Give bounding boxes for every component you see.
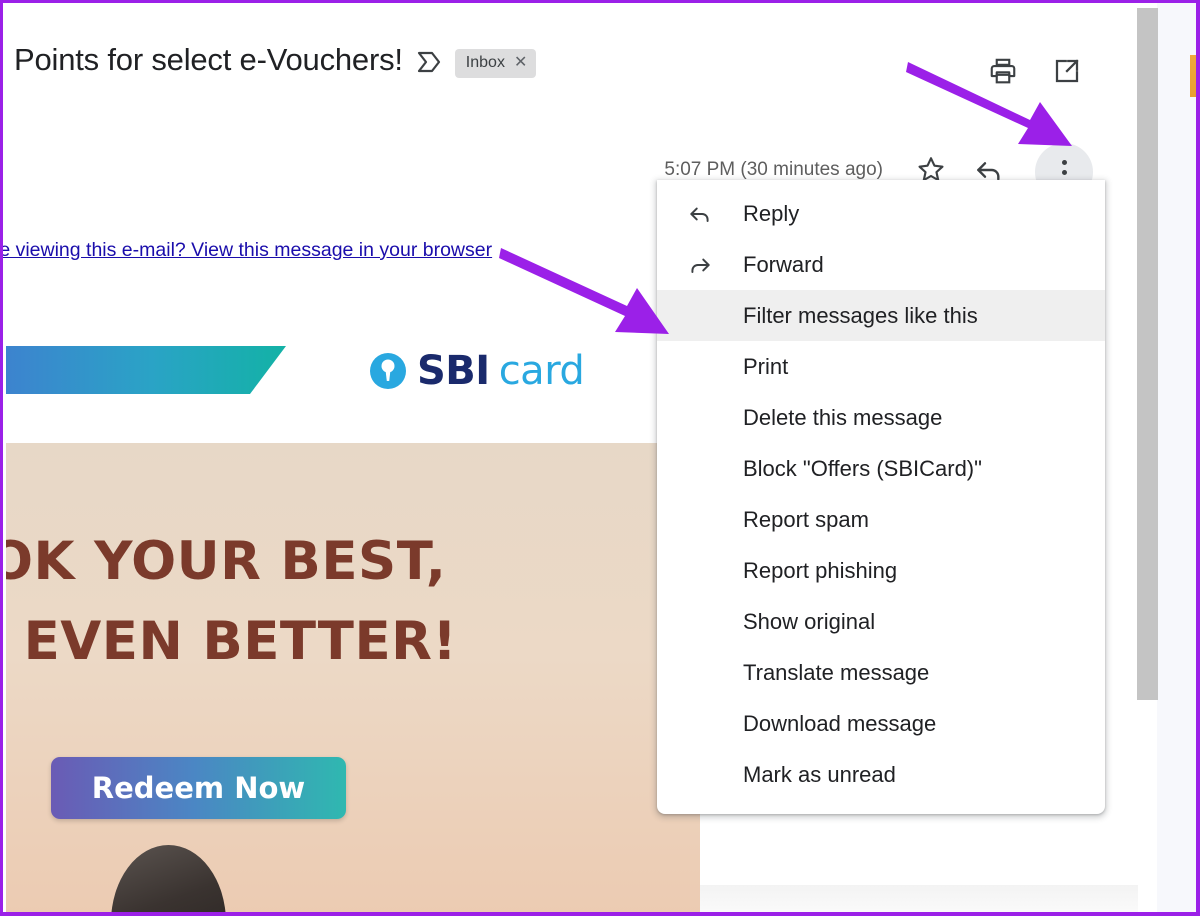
- menu-item-delete-this-message[interactable]: Delete this message: [657, 392, 1105, 443]
- promo-headline-line1: OK YOUR BEST,: [6, 531, 447, 592]
- print-icon[interactable]: [985, 53, 1021, 89]
- page-title: Points for select e-Vouchers!: [14, 42, 403, 77]
- scrollbar-thumb[interactable]: [1137, 8, 1158, 700]
- menu-item-label: Mark as unread: [743, 761, 896, 787]
- menu-item-block-offers-sbicard[interactable]: Block "Offers (SBICard)": [657, 443, 1105, 494]
- menu-item-translate-message[interactable]: Translate message: [657, 647, 1105, 698]
- open-in-new-window-icon[interactable]: [1049, 53, 1085, 89]
- brand-name-light: card: [498, 348, 585, 394]
- screenshot-root: Points for select e-Vouchers! Inbox ✕ 5:…: [0, 0, 1200, 916]
- more-options-menu: Reply Forward Filter messages like this Pri…: [657, 180, 1105, 814]
- menu-item-filter-messages-like-this[interactable]: Filter messages like this: [657, 290, 1105, 341]
- menu-item-label: Download message: [743, 710, 937, 736]
- menu-item-report-phishing[interactable]: Report phishing: [657, 545, 1105, 596]
- promo-model-photo: [111, 845, 226, 915]
- menu-item-label: Show original: [743, 608, 876, 634]
- menu-item-print[interactable]: Print: [657, 341, 1105, 392]
- menu-item-label: Print: [743, 353, 789, 379]
- pane-bottom-shade: [700, 885, 1138, 915]
- more-dot: [1061, 159, 1067, 165]
- menu-item-download-message[interactable]: Download message: [657, 698, 1105, 749]
- menu-item-label: Report phishing: [743, 557, 898, 583]
- menu-item-report-spam[interactable]: Report spam: [657, 494, 1105, 545]
- menu-item-show-original[interactable]: Show original: [657, 596, 1105, 647]
- brand-name-bold: SBI: [417, 348, 490, 394]
- sbi-card-logo: SBI card: [368, 343, 585, 399]
- menu-item-label: Translate message: [743, 659, 930, 685]
- more-dot: [1061, 169, 1067, 175]
- brand-ribbon: [6, 346, 286, 394]
- close-icon[interactable]: ✕: [514, 55, 527, 71]
- reply-icon: [687, 201, 721, 227]
- message-toolbar: [985, 53, 1085, 89]
- sbi-keyhole-logo-icon: [368, 351, 408, 391]
- gutter-accent-marker: [1190, 55, 1196, 97]
- menu-item-reply[interactable]: Reply: [657, 188, 1105, 239]
- view-in-browser-link[interactable]: le viewing this e-mail? View this messag…: [0, 239, 492, 262]
- promo-headline-line2: . EVEN BETTER!: [6, 611, 458, 672]
- window-right-gutter: [1157, 3, 1196, 913]
- menu-item-label: Report spam: [743, 506, 869, 532]
- menu-item-mark-as-unread[interactable]: Mark as unread: [657, 749, 1105, 800]
- frame-border-right: [1196, 0, 1200, 916]
- menu-item-label: Reply: [743, 200, 800, 226]
- menu-item-label: Forward: [743, 251, 824, 277]
- important-marker-icon[interactable]: [417, 51, 441, 73]
- redeem-now-button[interactable]: Redeem Now: [51, 757, 346, 819]
- subject-row: Points for select e-Vouchers! Inbox ✕: [14, 42, 537, 78]
- label-chip-inbox[interactable]: Inbox ✕: [454, 48, 537, 78]
- menu-item-label: Block "Offers (SBICard)": [743, 455, 982, 481]
- label-chip-text: Inbox: [465, 54, 505, 71]
- message-timestamp: 5:07 PM (30 minutes ago): [664, 159, 883, 180]
- redeem-now-label: Redeem Now: [91, 771, 306, 805]
- menu-item-label: Filter messages like this: [743, 302, 978, 328]
- promo-creative: OK YOUR BEST, . EVEN BETTER! Redeem Now: [6, 443, 700, 915]
- menu-item-label: Delete this message: [743, 404, 943, 430]
- forward-icon: [687, 252, 721, 278]
- menu-item-forward[interactable]: Forward: [657, 239, 1105, 290]
